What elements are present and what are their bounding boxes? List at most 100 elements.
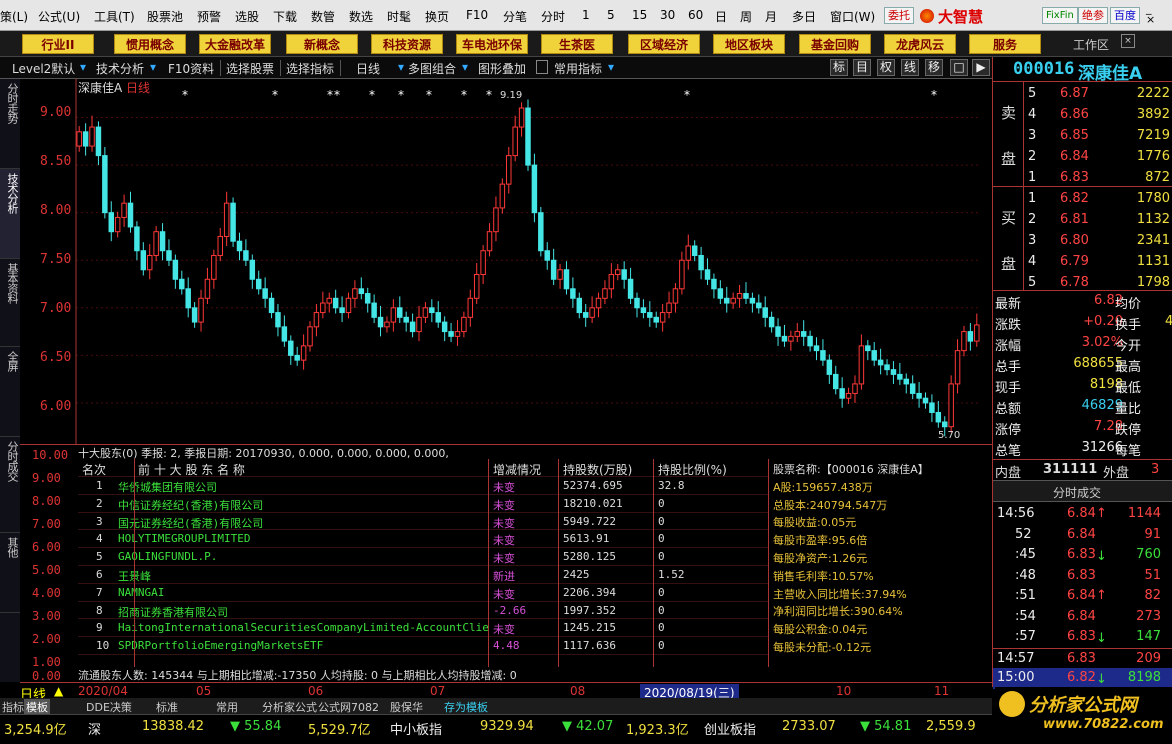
cat-button-regional[interactable]: 区域经济 [628,34,700,54]
select-stock-button[interactable]: 选择股票 [226,60,274,77]
select-indicator-button[interactable]: 选择指标 [286,60,334,77]
buy-row[interactable]: 3 6.80 2341 [1024,231,1172,252]
tab-intraday[interactable]: 分时走势 [0,79,20,169]
workspace-label[interactable]: 工作区 [1073,36,1109,53]
cat-button-medical[interactable]: 生茶医 [541,34,613,54]
judge-button[interactable]: 绝参 [1078,7,1108,24]
tab-formula-net[interactable]: 公式网7082 [318,699,379,715]
save-as-template-button[interactable]: 存为模板 [444,699,488,715]
tab-template[interactable]: 模板 [24,699,50,715]
play-icon[interactable]: ▶ [972,59,990,76]
level2-dropdown[interactable]: Level2默认 [12,60,75,77]
tab-indicator[interactable]: 指标 [2,699,24,715]
menu-download[interactable]: 下载 [273,8,297,25]
table-row[interactable]: 5 GAOLINGFUNDL.P. 未变 5280.125 0 [78,548,768,566]
menu-week[interactable]: 周 [740,8,752,25]
menu-month[interactable]: 月 [765,8,777,25]
menu-30min[interactable]: 30 [660,8,675,22]
menu-trend[interactable]: 时髦 [387,8,411,25]
chevron-down-icon[interactable]: ▾ [80,60,86,74]
table-row[interactable]: 10 SPDRPortfolioEmergingMarketsETF 4.48 111… [78,637,768,655]
triangle-up-icon[interactable]: ▲ [54,684,63,698]
multi-chart-dropdown[interactable]: 多图组合 [408,60,456,77]
cat-button-new-concept[interactable]: 新概念 [286,34,358,54]
chevron-down-icon[interactable]: ▾ [608,60,614,74]
table-row[interactable]: 4 HOLYTIMEGROUPLIMITED 未变 5613.91 0 [78,530,768,549]
overlay-button[interactable]: 图形叠加 [478,60,526,77]
tab-standard[interactable]: 标准 [156,699,178,715]
table-row[interactable]: 3 国元证券经纪(香港)有限公司 未变 5949.722 0 [78,513,768,531]
tab-fullscreen[interactable]: 全屏 [0,347,20,437]
menu-switch-page[interactable]: 换页 [425,8,449,25]
sell-row[interactable]: 5 6.87 2222 [1024,84,1172,105]
cat-button-battery[interactable]: 车电池环保 [456,34,528,54]
sell-row[interactable]: 2 6.84 1776 [1024,147,1172,168]
menu-60min[interactable]: 60 [688,8,703,22]
baidu-button[interactable]: 百度 [1110,7,1140,24]
sell-row[interactable]: 3 6.85 7219 [1024,126,1172,147]
menu-multiday[interactable]: 多日 [792,8,816,25]
menu-alert[interactable]: 预警 [197,8,221,25]
mark-button[interactable]: 标 [830,59,848,76]
kline-chart[interactable]: * * * * * * * * * * * 深康佳A 日线 9.19 5.70 9.00 8.50 … [20,79,992,444]
tab-analyst-formula[interactable]: 分析家公式 [262,699,317,715]
f10-button[interactable]: F10资料 [168,60,214,77]
chevron-down-icon[interactable]: ▾ [150,60,156,74]
cat-button-concept[interactable]: 惯用概念 [114,34,186,54]
menu-day[interactable]: 日 [715,8,727,25]
table-row[interactable]: 6王景峰新进24251.52 [78,566,768,584]
menu-1min[interactable]: 1 [582,8,590,22]
menu-stock-pool[interactable]: 股票池 [147,8,183,25]
menu-intraday[interactable]: 分时 [541,8,565,25]
menu-data-select[interactable]: 数选 [349,8,373,25]
cat-button-dragon[interactable]: 龙虎风云 [884,34,956,54]
table-row[interactable]: 1 华侨城集团有限公司 未变 52374.695 32.8 [78,477,768,495]
tab-common[interactable]: 常用 [216,699,238,715]
table-row[interactable]: 9 HaitongInternationalSecuritiesCompanyLi… [78,619,768,638]
fixfin-button[interactable]: FixFin [1042,7,1078,24]
ticks-header[interactable]: 分时成交 [993,480,1172,502]
table-row[interactable]: 7 NAMNGAI 未变 2206.394 0 [78,584,768,602]
cat-button-fund[interactable]: 基金回购 [799,34,871,54]
trade-button[interactable]: 委托 [884,7,914,24]
line-button[interactable]: 线 [901,59,919,76]
table-row[interactable]: 8 招商证券香港有限公司 -2.66 1997.352 0 [78,602,768,620]
menu-select[interactable]: 选股 [235,8,259,25]
cat-button-finance-reform[interactable]: 大金融改革 [199,34,271,54]
tech-analysis-dropdown[interactable]: 技术分析 [96,60,144,77]
menu-tools[interactable]: 工具(T) [94,8,135,25]
chevron-down-icon[interactable]: ▾ [462,60,468,74]
buy-row[interactable]: 4 6.79 1131 [1024,252,1172,273]
menu-f10[interactable]: F10 [466,8,488,22]
menu-window[interactable]: 窗口(W) [830,8,875,25]
daily-line-dropdown[interactable]: 日线 [356,60,380,77]
menu-5min[interactable]: 5 [607,8,615,22]
tab-tech-analysis[interactable]: 技术分析 [0,169,20,259]
table-row[interactable]: 2 中信证券经纪(香港)有限公司 未变 18210.021 0 [78,495,768,513]
tab-baohua[interactable]: 股保华 [390,699,423,715]
close-icon[interactable]: × [1121,34,1135,48]
cat-button-industry[interactable]: 行业II [22,34,94,54]
menu-tick[interactable]: 分笔 [503,8,527,25]
holders-header-row[interactable]: 名次 前 十 大 股 东 名 称 增减情况 持股数(万股) 持股比例(%) [78,459,768,477]
move-button[interactable]: 移 [925,59,943,76]
sell-row[interactable]: 4 6.86 3892 [1024,105,1172,126]
tab-other[interactable]: 其他 [0,533,20,613]
window-button[interactable]: □ [950,59,968,76]
cat-button-tech[interactable]: 科技资源 [371,34,443,54]
rights-button[interactable]: 权 [877,59,895,76]
sell-row[interactable]: 1 6.83 872 [1024,168,1172,189]
menu-strategy[interactable]: 策(L) [0,8,28,25]
cat-button-area[interactable]: 地区板块 [713,34,785,54]
tab-dde[interactable]: DDE决策 [86,699,132,715]
view-button[interactable]: 目 [853,59,871,76]
tab-tick-trades[interactable]: 分时成交 [0,437,20,533]
cat-button-service[interactable]: 服务 [969,34,1041,54]
menu-15min[interactable]: 15 [632,8,647,22]
buy-row[interactable]: 2 6.81 1132 [1024,210,1172,231]
menu-data-mgmt[interactable]: 数管 [311,8,335,25]
chevron-down-icon[interactable]: ▾ [398,60,404,74]
close-icon[interactable]: × [1146,13,1155,26]
tab-basic-info[interactable]: 基本资料 [0,259,20,347]
common-indicator-dropdown[interactable]: 常用指标 [554,60,602,77]
